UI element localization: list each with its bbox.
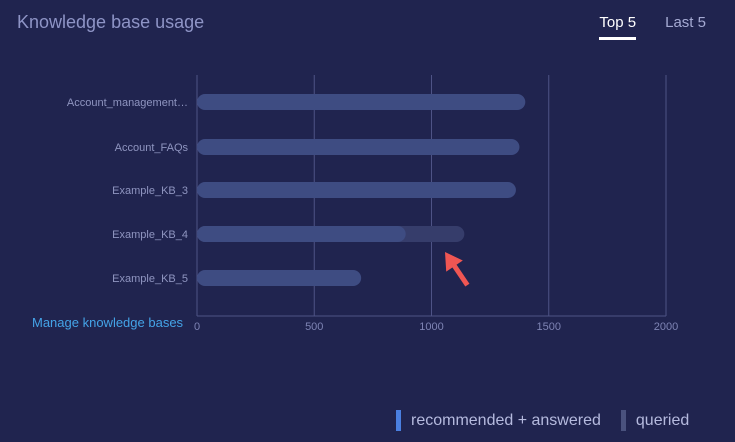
- legend-swatch-recommended: [396, 410, 401, 431]
- legend-label-recommended: recommended + answered: [411, 411, 601, 429]
- legend-item-recommended: recommended + answered: [396, 410, 601, 431]
- legend-label-queried: queried: [635, 411, 690, 429]
- legend-item-queried: queried: [620, 410, 690, 431]
- pointer-arrow-icon: [445, 252, 470, 287]
- legend: recommended + answered queried: [396, 410, 709, 431]
- legend-swatch-queried: [620, 410, 626, 431]
